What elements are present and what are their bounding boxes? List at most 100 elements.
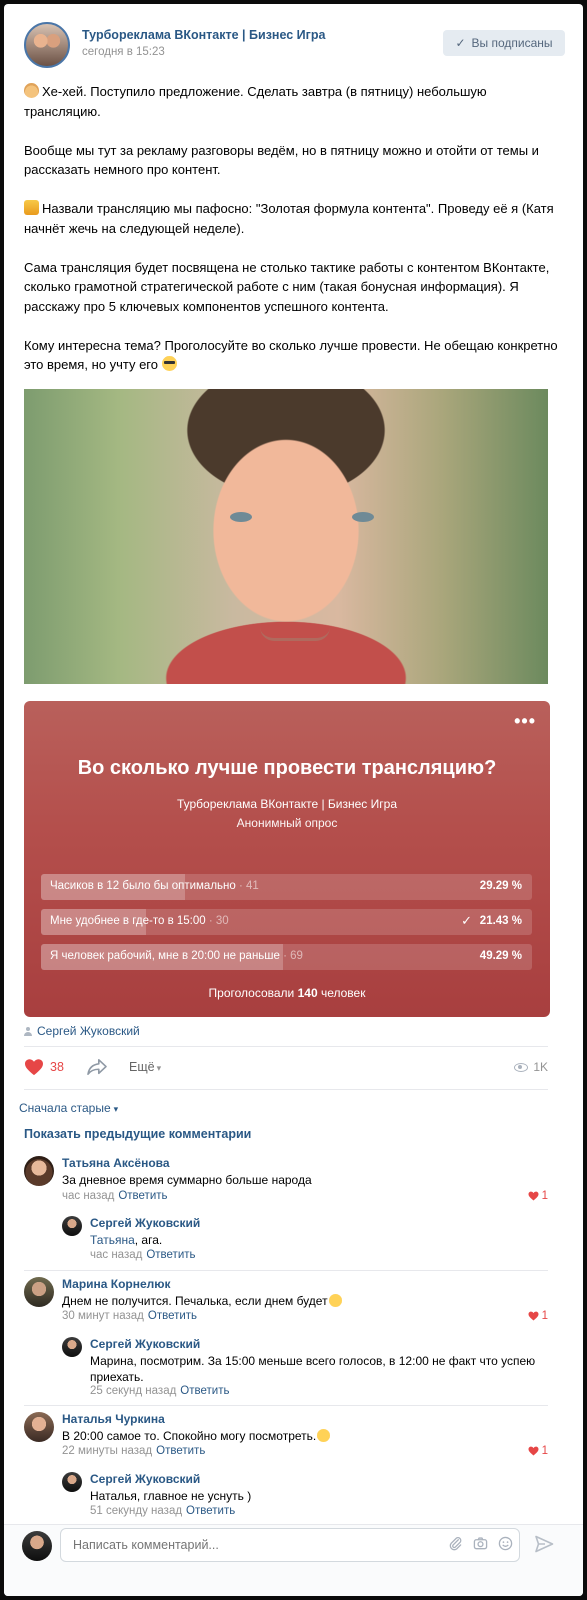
- poll-option-label: Часиков в 12 было бы оптимально: [50, 880, 236, 892]
- comment-reply: Сергей Жуковский Наталья, главное не усн…: [62, 1472, 548, 1520]
- post-text: Хе-хей. Поступило предложение. Сделать з…: [24, 82, 564, 394]
- avatar[interactable]: [62, 1337, 82, 1357]
- comment-author[interactable]: Сергей Жуковский: [90, 1472, 200, 1486]
- chevron-down-icon: ▾: [113, 1104, 119, 1114]
- voted-check-icon: ✓: [461, 913, 472, 928]
- poll-total[interactable]: Проголосовали 140 человек: [24, 986, 550, 1000]
- divider: [24, 1046, 548, 1047]
- poll-title: Во сколько лучше провести трансляцию?: [77, 757, 497, 779]
- poll-option[interactable]: Я человек рабочий, мне в 20:00 не раньше…: [41, 944, 532, 970]
- mention-link[interactable]: Татьяна: [90, 1233, 135, 1247]
- comment-author[interactable]: Марина Корнелюк: [62, 1277, 171, 1291]
- comment-text: Днем не получится. Печалька, если днем б…: [62, 1293, 532, 1309]
- eye-icon: [514, 1062, 529, 1072]
- comment-author[interactable]: Сергей Жуковский: [90, 1216, 200, 1230]
- send-icon[interactable]: [534, 1534, 554, 1554]
- comment-reply: Сергей Жуковский Татьяна, ага. час назад…: [62, 1216, 548, 1264]
- poll-option[interactable]: Мне удобнее в где-то в 15:00 · 30 ✓ 21.4…: [41, 909, 532, 935]
- camera-icon[interactable]: [473, 1536, 488, 1551]
- comment-time[interactable]: 25 секунд назад: [90, 1385, 176, 1397]
- like-count[interactable]: 38: [50, 1060, 64, 1074]
- comment-author[interactable]: Наталья Чуркина: [62, 1412, 165, 1426]
- reply-link[interactable]: Ответить: [180, 1385, 229, 1397]
- group-name-link[interactable]: Турбореклама ВКонтакте | Бизнес Игра: [82, 28, 325, 42]
- avatar[interactable]: [24, 1412, 54, 1442]
- comment-like[interactable]: 1: [528, 1190, 548, 1202]
- poll-option-label: Мне удобнее в где-то в 15:00: [50, 915, 206, 927]
- emoji-icon: [328, 1294, 342, 1307]
- heart-icon[interactable]: [24, 1058, 44, 1076]
- comment-text: В 20:00 самое то. Спокойно могу посмотре…: [62, 1428, 532, 1444]
- sunglasses-emoji-icon: [161, 356, 177, 371]
- signer-name: Сергей Жуковский: [37, 1024, 140, 1038]
- heart-icon: [528, 1311, 539, 1321]
- comment-time[interactable]: час назад: [62, 1190, 114, 1202]
- comment-like[interactable]: 1: [528, 1310, 548, 1322]
- post-time[interactable]: сегодня в 15:23: [82, 46, 165, 58]
- post-paragraph: Сама трансляция будет посвящена не столь…: [24, 259, 553, 314]
- views-count: 1K: [533, 1060, 548, 1074]
- comments-sort-dropdown[interactable]: Сначала старые ▾: [19, 1101, 118, 1115]
- avatar[interactable]: [62, 1472, 82, 1492]
- avatar[interactable]: [62, 1216, 82, 1236]
- poll-option-percent: 49.29 %: [479, 950, 522, 962]
- comment-like-count: 1: [541, 1190, 548, 1202]
- paperclip-icon[interactable]: [448, 1536, 463, 1551]
- comment-time[interactable]: 22 минуты назад: [62, 1445, 152, 1457]
- chevron-down-icon: ▾: [156, 1063, 162, 1073]
- poll-option-label: Я человек рабочий, мне в 20:00 не раньше: [50, 950, 280, 962]
- post-actions: 38 Ещё ▾ 1K: [24, 1056, 548, 1080]
- poll-option[interactable]: Часиков в 12 было бы оптимально · 41 29.…: [41, 874, 532, 900]
- avatar[interactable]: [24, 1156, 54, 1186]
- comment-meta: 30 минут назад Ответить: [62, 1310, 197, 1322]
- comment-meta: 22 минуты назад Ответить: [62, 1445, 205, 1457]
- reply-link[interactable]: Ответить: [156, 1445, 205, 1457]
- more-dots-icon[interactable]: •••: [514, 711, 536, 732]
- check-icon: ✓: [455, 36, 466, 50]
- comment-reply: Сергей Жуковский Марина, посмотрим. За 1…: [62, 1337, 548, 1399]
- post-photo[interactable]: [24, 389, 548, 684]
- comment-time[interactable]: 30 минут назад: [62, 1310, 144, 1322]
- divider: [24, 1089, 548, 1090]
- smile-icon[interactable]: [498, 1536, 513, 1551]
- poll-option-percent: 29.29 %: [479, 880, 522, 892]
- comment-like[interactable]: 1: [528, 1445, 548, 1457]
- reply-link[interactable]: Ответить: [148, 1310, 197, 1322]
- comment-time[interactable]: час назад: [90, 1249, 142, 1261]
- group-avatar[interactable]: [24, 22, 70, 68]
- subscribed-button[interactable]: ✓ Вы подписаны: [443, 30, 565, 56]
- avatar[interactable]: [22, 1531, 52, 1561]
- reply-link[interactable]: Ответить: [118, 1190, 167, 1202]
- comment-text: Наталья, главное не уснуть ): [90, 1489, 252, 1503]
- avatar[interactable]: [24, 1277, 54, 1307]
- comment: Наталья Чуркина В 20:00 самое то. Спокой…: [24, 1412, 548, 1464]
- poll-author[interactable]: Турбореклама ВКонтакте | Бизнес Игра: [24, 797, 550, 811]
- comment: Марина Корнелюк Днем не получится. Печал…: [24, 1277, 548, 1329]
- reply-link[interactable]: Ответить: [146, 1249, 195, 1261]
- waving-hand-emoji-icon: [24, 83, 39, 98]
- share-arrow-icon[interactable]: [86, 1058, 108, 1076]
- comment-author[interactable]: Сергей Жуковский: [90, 1337, 200, 1351]
- more-button[interactable]: Ещё ▾: [129, 1060, 161, 1074]
- poll-card: ••• Во сколько лучше провести трансляцию…: [24, 701, 550, 1017]
- composer-icons: [448, 1536, 513, 1551]
- comment: Татьяна Аксёнова За дневное время суммар…: [24, 1156, 548, 1208]
- reply-link[interactable]: Ответить: [186, 1505, 235, 1517]
- poll-option-percent: 21.43 %: [479, 915, 522, 927]
- comment-like-count: 1: [541, 1445, 548, 1457]
- post-paragraph: Вообще мы тут за рекламу разговоры ведём…: [24, 142, 543, 178]
- comment-author[interactable]: Татьяна Аксёнова: [62, 1156, 170, 1170]
- poll-option-count: · 30: [208, 915, 229, 927]
- divider: [24, 1270, 548, 1271]
- crown-emoji-icon: [24, 200, 39, 215]
- poll-option-count: · 41: [238, 880, 259, 892]
- comment-time[interactable]: 51 секунду назад: [90, 1505, 182, 1517]
- post-paragraph: Назвали трансляцию мы пафосно: "Золотая …: [24, 200, 558, 236]
- subscribed-label: Вы подписаны: [471, 36, 553, 50]
- poll-type: Анонимный опрос: [236, 816, 338, 830]
- photo-detail: [230, 512, 252, 522]
- comment-meta: 51 секунду назад Ответить: [90, 1505, 235, 1517]
- post-signer[interactable]: Сергей Жуковский: [24, 1024, 140, 1038]
- show-previous-comments-link[interactable]: Показать предыдущие комментарии: [24, 1127, 251, 1141]
- post-paragraph: Хе-хей. Поступило предложение. Сделать з…: [24, 83, 491, 119]
